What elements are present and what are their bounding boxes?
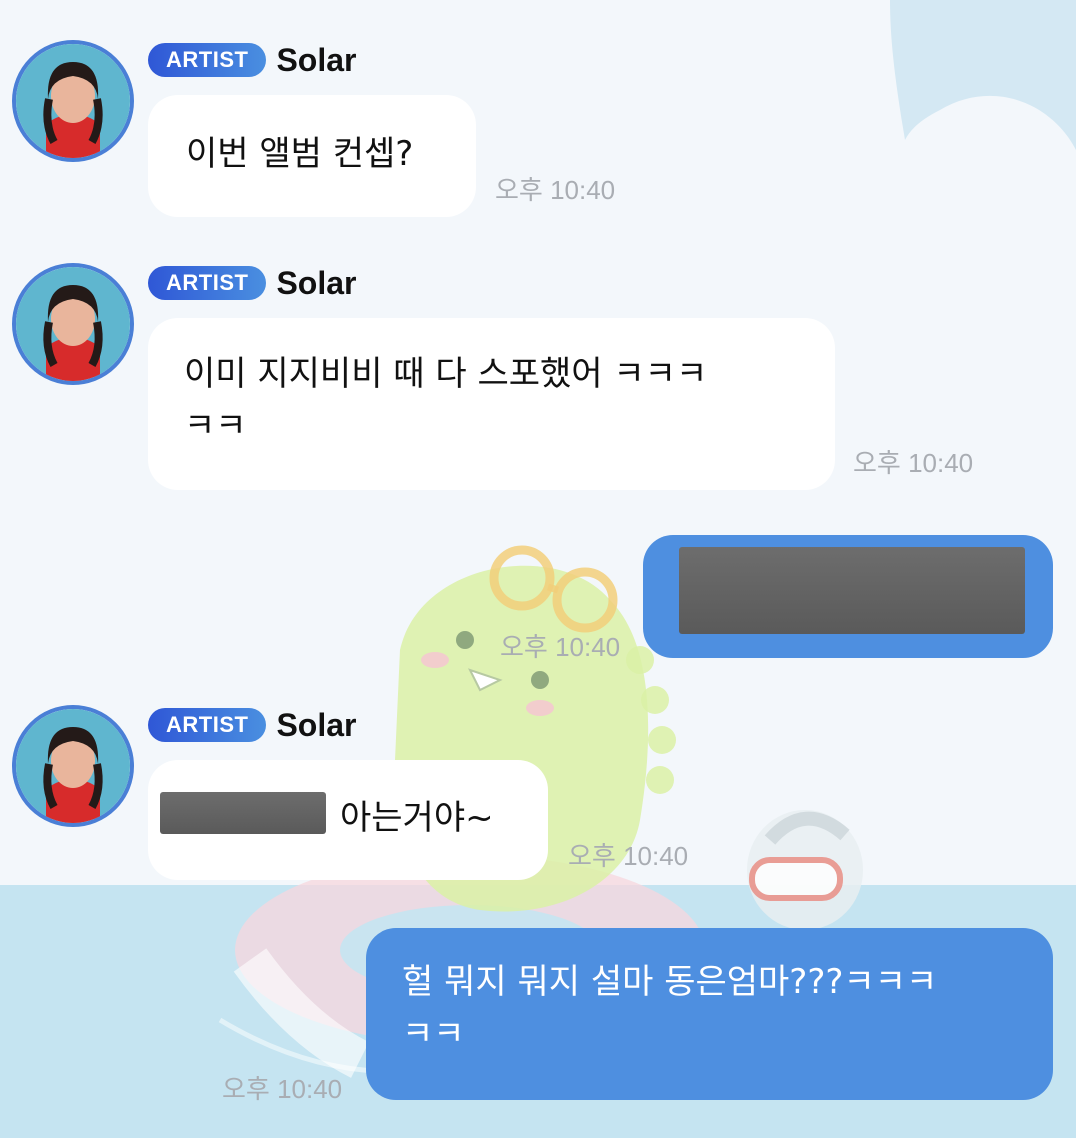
message-text-line: 헐 뭐지 뭐지 설마 동은엄마???ㅋㅋㅋ [402, 962, 938, 1002]
my-message-bubble[interactable]: 헐 뭐지 뭐지 설마 동은엄마???ㅋㅋㅋ ㅋㅋ [366, 928, 1053, 1100]
message-row: 오후 10:40 헐 뭐지 뭐지 설마 동은엄마???ㅋㅋㅋ ㅋㅋ [0, 0, 1076, 1138]
message-text-line: ㅋㅋ [402, 1014, 465, 1054]
message-time: 오후 10:40 [222, 1074, 343, 1104]
